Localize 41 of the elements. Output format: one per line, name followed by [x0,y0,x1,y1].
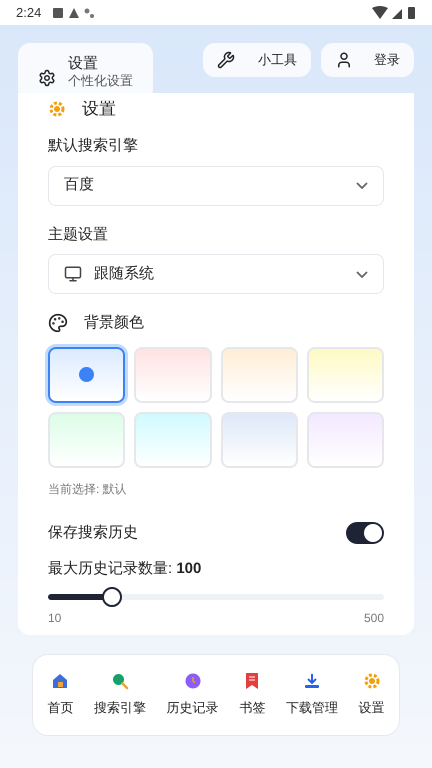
magnifier-icon [110,672,129,690]
tab-title: 设置 [68,54,99,74]
card-title: 设置 [82,98,116,120]
palette-icon [48,313,68,334]
status-time: 2:24 [16,4,42,22]
section-label: 背景颜色 [84,313,144,333]
nav-item[interactable]: 首页 [47,672,74,718]
tab-subtitle: 个性化设置 [68,73,133,90]
nav-item[interactable]: 下载管理 [286,672,338,718]
history-slider[interactable] [48,586,384,606]
slider-label: 最大历史记录数量: 100 [48,559,202,579]
slider-thumb[interactable] [102,586,122,606]
monitor-icon [64,265,82,283]
chevron-icon [356,270,368,278]
download-icon [302,672,321,690]
gear-icon [362,672,381,690]
nav-item[interactable]: 设置 [358,672,385,718]
settings-tab[interactable]: 设置 个性化设置 [18,43,153,101]
field-label: 主题设置 [48,224,109,244]
theme-select[interactable]: 跟随系统 [48,254,384,294]
bookmark-icon [245,672,260,690]
slider-max: 500 [364,610,384,626]
clock-icon [184,672,202,690]
search-engine-select[interactable]: 百度 [48,166,384,206]
chevron-icon [356,182,368,189]
login-button[interactable]: 登录 [321,43,414,77]
history-toggle[interactable] [346,522,384,544]
house-icon [51,672,70,690]
field-label: 默认搜索引擎 [48,136,139,156]
user-icon [335,51,353,69]
wrench-icon [217,51,235,69]
nav-item[interactable]: 书签 [239,672,266,718]
tools-button[interactable]: 小工具 [203,43,311,77]
current-selection: 当前选择: 默认 [48,480,128,498]
signal-battery-icons [372,6,416,20]
gear-icon [48,100,66,118]
slider-min: 10 [48,610,62,626]
settings-icon [38,69,56,87]
nav-item[interactable]: 搜索引擎 [94,672,146,718]
toggle-label: 保存搜索历史 [48,522,138,542]
nav-item[interactable]: 历史记录 [166,672,219,718]
